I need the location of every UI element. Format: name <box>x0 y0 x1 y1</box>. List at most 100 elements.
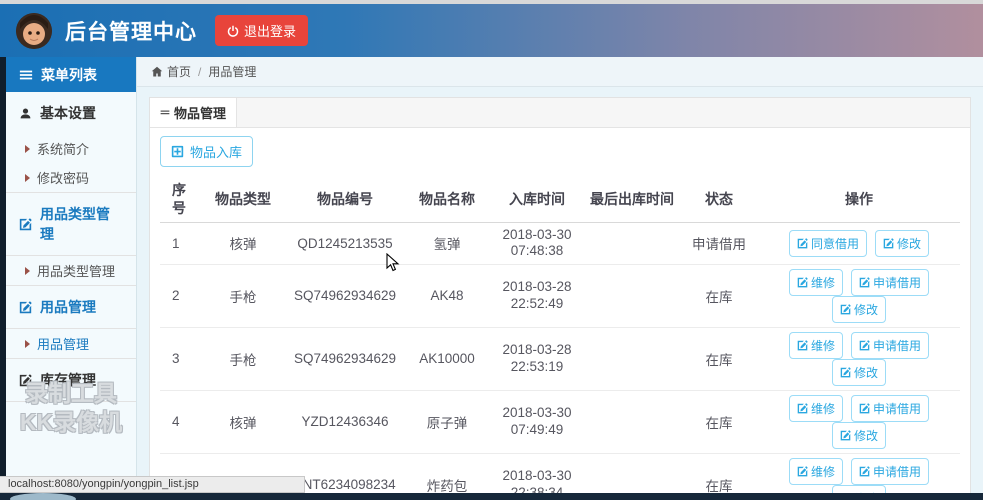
row-action-button[interactable]: 申请借用 <box>851 394 930 422</box>
cell-name: 氢弹 <box>404 222 490 265</box>
table-header-cell: 物品编号 <box>286 177 404 223</box>
edit-icon <box>797 466 808 477</box>
sidebar: 菜单列表 基本设置 系统简介 修改密码 用品类型管理 用品类型管理 用品管理 用… <box>6 57 137 493</box>
sidebar-menu-header-label: 菜单列表 <box>41 66 97 83</box>
row-action-button[interactable]: 修改 <box>831 421 886 449</box>
cell-actions: 维修 申请借用 修改 <box>758 390 960 454</box>
breadcrumb-home-link[interactable]: 首页 <box>151 63 191 80</box>
cell-type: 核弹 <box>200 390 286 454</box>
table-header-cell: 入库时间 <box>490 177 584 223</box>
cell-out-time <box>584 222 680 265</box>
table-row: 1 核弹 QD1245213535 氢弹 2018-03-30 07:48:38 … <box>160 222 960 265</box>
table-header-row: 序号 物品类型 物品编号 物品名称 入库时间 最后出库时间 状态 操作 <box>160 177 960 223</box>
row-action-button[interactable]: 申请借用 <box>851 457 930 485</box>
cell-code: YZD12436346 <box>286 390 404 454</box>
row-action-button[interactable]: 维修 <box>788 331 843 359</box>
item-management-panel: 物品管理 物品入库 序号 物品类型 物品编号 物品名称 入库时间 最后出库时间 状态 操作 1… <box>149 97 971 500</box>
row-action-button[interactable]: 维修 <box>788 268 843 296</box>
cell-out-time <box>584 264 680 328</box>
menu-icon <box>19 68 33 82</box>
table-header-cell: 物品类型 <box>200 177 286 223</box>
cell-actions: 同意借用 修改 <box>758 222 960 265</box>
row-action-button[interactable]: 修改 <box>831 358 886 386</box>
items-table: 序号 物品类型 物品编号 物品名称 入库时间 最后出库时间 状态 操作 1 核弹 QD1245… <box>160 177 960 500</box>
row-action-button[interactable]: 同意借用 <box>788 229 867 257</box>
edit-icon <box>840 304 851 315</box>
cell-in-time: 2018-03-30 07:49:49 <box>490 390 584 454</box>
cell-out-time <box>584 390 680 454</box>
sidebar-section-item[interactable]: 用品类型管理 <box>6 192 136 255</box>
panel-tab: 物品管理 <box>150 98 238 127</box>
edit-icon <box>19 300 32 314</box>
edit-icon <box>859 403 870 414</box>
arrow-right-icon <box>25 173 30 182</box>
watermark-line-1: 录制工具 <box>25 380 117 406</box>
breadcrumb-separator: / <box>198 64 202 79</box>
arrow-right-icon <box>25 144 30 153</box>
sidebar-sub-item[interactable]: 用品管理 <box>6 328 136 358</box>
sidebar-section-item[interactable]: 基本设置 <box>6 92 136 134</box>
row-action-button[interactable]: 申请借用 <box>851 268 930 296</box>
sidebar-menu-header: 菜单列表 <box>6 57 136 92</box>
cell-no: 1 <box>160 222 200 265</box>
add-item-button[interactable]: 物品入库 <box>160 136 254 167</box>
edit-icon <box>797 340 808 351</box>
sidebar-sub-item[interactable]: 用品类型管理 <box>6 255 136 285</box>
app-header: 后台管理中心 退出登录 <box>0 4 983 57</box>
sidebar-sub-item[interactable]: 修改密码 <box>6 163 136 192</box>
cell-type: 手枪 <box>200 327 286 391</box>
table-header-cell: 状态 <box>680 177 758 223</box>
sidebar-item-label: 系统简介 <box>37 142 90 157</box>
list-icon <box>160 108 170 118</box>
cell-status: 在库 <box>680 327 758 391</box>
sidebar-section-item[interactable]: 用品管理 <box>6 285 136 328</box>
sidebar-items: 基本设置 系统简介 修改密码 用品类型管理 用品类型管理 用品管理 用品管理 库… <box>6 92 136 402</box>
watermark-line-2: KK录像机 <box>19 408 123 435</box>
page-title: 后台管理中心 <box>65 20 197 44</box>
table-header-cell: 操作 <box>758 177 960 223</box>
cell-out-time <box>584 327 680 391</box>
cell-name: AK48 <box>404 264 490 328</box>
recorder-watermark: 录制工具 KK录像机 <box>6 379 136 437</box>
edit-icon <box>797 277 808 288</box>
avatar-image <box>16 12 52 49</box>
sidebar-item-label: 修改密码 <box>37 171 90 186</box>
cell-status: 申请借用 <box>680 222 758 265</box>
panel-header: 物品管理 <box>150 98 970 128</box>
window-left-edge <box>0 57 6 500</box>
cell-in-time: 2018-03-30 07:48:38 <box>490 222 584 265</box>
logout-button[interactable]: 退出登录 <box>215 15 309 46</box>
row-action-button[interactable]: 修改 <box>875 229 930 257</box>
row-action-button[interactable]: 修改 <box>831 295 886 323</box>
cell-no: 3 <box>160 327 200 391</box>
user-icon <box>19 107 32 120</box>
sidebar-item-label: 用品管理 <box>37 337 90 352</box>
row-action-button[interactable]: 维修 <box>788 394 843 422</box>
edit-icon <box>840 367 851 378</box>
row-action-button[interactable]: 申请借用 <box>851 331 930 359</box>
cell-actions: 维修 申请借用 修改 <box>758 264 960 328</box>
mouse-cursor <box>386 252 400 278</box>
browser-status-bar: localhost:8080/yongpin/yongpin_list.jsp <box>0 476 305 493</box>
edit-icon <box>797 238 808 249</box>
breadcrumb: 首页 / 用品管理 <box>137 57 983 87</box>
table-header-cell: 最后出库时间 <box>584 177 680 223</box>
cell-in-time: 2018-03-28 22:52:49 <box>490 264 584 328</box>
sidebar-item-label: 用品管理 <box>40 299 96 315</box>
table-row: 3 手枪 SQ74962934629 AK10000 2018-03-28 22:… <box>160 327 960 391</box>
window-bottom-edge <box>0 493 983 500</box>
breadcrumb-current: 用品管理 <box>208 65 257 79</box>
recorder-control-blob <box>10 493 76 500</box>
items-table-body: 1 核弹 QD1245213535 氢弹 2018-03-30 07:48:38 … <box>160 222 960 500</box>
edit-icon <box>859 466 870 477</box>
logout-label: 退出登录 <box>244 24 297 39</box>
row-action-button[interactable]: 维修 <box>788 457 843 485</box>
cell-type: 核弹 <box>200 222 286 265</box>
table-row: 2 手枪 SQ74962934629 AK48 2018-03-28 22:52:… <box>160 264 960 328</box>
arrow-right-icon <box>25 339 30 348</box>
plus-square-icon <box>171 145 184 158</box>
edit-icon <box>883 238 894 249</box>
sidebar-sub-item[interactable]: 系统简介 <box>6 134 136 163</box>
cell-in-time: 2018-03-28 22:53:19 <box>490 327 584 391</box>
panel-title: 物品管理 <box>174 106 227 121</box>
